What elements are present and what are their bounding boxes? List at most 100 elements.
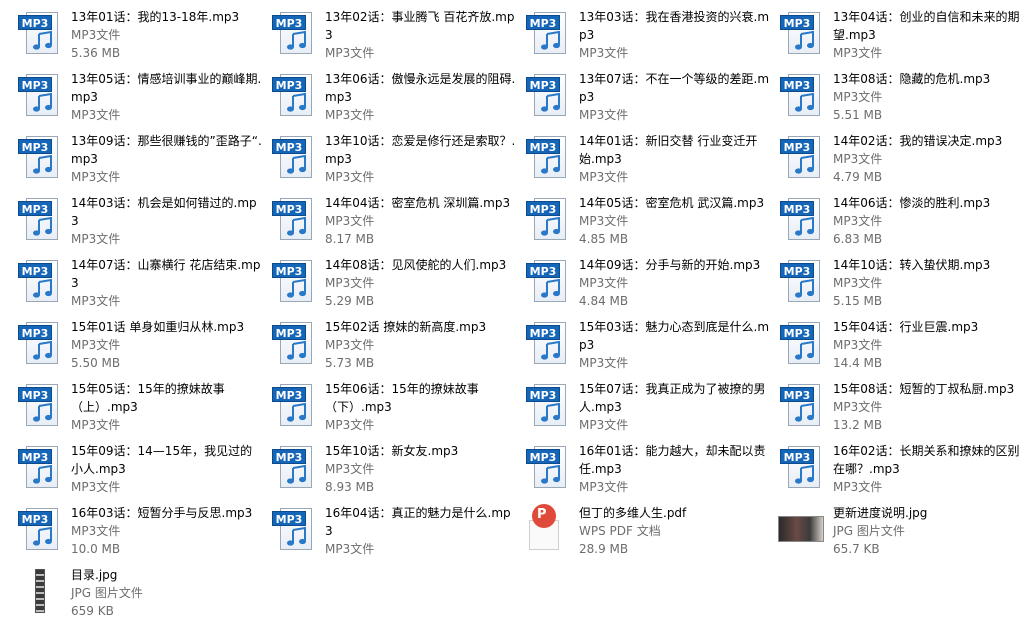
- file-name: 14年01话：新旧交替 行业变迁开始.mp3: [579, 134, 758, 166]
- file-name: 15年10话：新女友.mp3: [325, 444, 459, 458]
- file-size: 5.15 MB: [833, 294, 883, 308]
- file-name: 13年06话：傲慢永远是发展的阻碍.mp3: [325, 72, 516, 104]
- file-item[interactable]: 更新进度说明.jpg JPG 图片文件 65.7 KB: [778, 504, 1032, 566]
- file-size: 4.84 MB: [579, 294, 629, 308]
- file-type: MP3文件: [71, 170, 121, 184]
- file-info: 16年03话：短暂分手与反思.mp3 MP3文件 10.0 MB: [71, 504, 263, 558]
- file-info: 13年09话：那些很赚钱的”歪路子“.mp3 MP3文件: [71, 132, 263, 186]
- file-type: MP3文件: [579, 418, 629, 432]
- file-item[interactable]: MP3 13年02话：事业腾飞 百花齐放.mp3 MP3文件: [270, 8, 524, 70]
- file-name: 15年03话：魅力心态到底是什么.mp3: [579, 320, 770, 352]
- mp3-file-icon: MP3: [524, 256, 570, 306]
- file-item[interactable]: MP3 14年06话：惨淡的胜利.mp3 MP3文件 6.83 MB: [778, 194, 1032, 256]
- file-type: MP3文件: [71, 294, 121, 308]
- file-item[interactable]: MP3 13年10话：恋爱是修行还是索取？.mp3 MP3文件: [270, 132, 524, 194]
- file-name: 14年09话：分手与新的开始.mp3: [579, 258, 761, 272]
- file-type: MP3文件: [71, 338, 121, 352]
- file-item[interactable]: MP3 15年07话：我真正成为了被撩的男人.mp3 MP3文件: [524, 380, 778, 442]
- file-item[interactable]: MP3 15年04话：行业巨震.mp3 MP3文件 14.4 MB: [778, 318, 1032, 380]
- file-name: 13年10话：恋爱是修行还是索取？.mp3: [325, 134, 516, 166]
- mp3-file-icon: MP3: [270, 504, 316, 554]
- mp3-file-icon: MP3: [778, 194, 824, 244]
- file-item[interactable]: 目录.jpg JPG 图片文件 659 KB: [16, 566, 270, 628]
- file-type: MP3文件: [71, 28, 121, 42]
- file-item[interactable]: MP3 14年04话：密室危机 深圳篇.mp3 MP3文件 8.17 MB: [270, 194, 524, 256]
- file-item[interactable]: MP3 13年07话：不在一个等级的差距.mp3 MP3文件: [524, 70, 778, 132]
- file-item[interactable]: MP3 15年08话：短暂的丁叔私厨.mp3 MP3文件 13.2 MB: [778, 380, 1032, 442]
- mp3-file-icon: MP3: [270, 194, 316, 244]
- file-info: 目录.jpg JPG 图片文件 659 KB: [71, 566, 263, 620]
- file-info: 13年05话：情感培训事业的巅峰期.mp3 MP3文件: [71, 70, 263, 124]
- file-item[interactable]: MP3 15年02话 撩妹的新高度.mp3 MP3文件 5.73 MB: [270, 318, 524, 380]
- file-info: 14年06话：惨淡的胜利.mp3 MP3文件 6.83 MB: [833, 194, 1025, 248]
- file-item[interactable]: MP3 15年01话 单身如重归从林.mp3 MP3文件 5.50 MB: [16, 318, 270, 380]
- file-item[interactable]: MP3 15年09话：14—15年，我见过的小人.mp3 MP3文件: [16, 442, 270, 504]
- file-item[interactable]: MP3 15年03话：魅力心态到底是什么.mp3 MP3文件: [524, 318, 778, 380]
- file-size: 6.83 MB: [833, 232, 883, 246]
- mp3-file-icon: MP3: [270, 8, 316, 58]
- file-name: 13年09话：那些很赚钱的”歪路子“.mp3: [71, 134, 262, 166]
- file-info: 14年07话：山寨横行 花店结束.mp3 MP3文件: [71, 256, 263, 310]
- file-item[interactable]: MP3 14年05话：密室危机 武汉篇.mp3 MP3文件 4.85 MB: [524, 194, 778, 256]
- file-type: MP3文件: [325, 418, 375, 432]
- file-name: 但丁的多维人生.pdf: [579, 506, 687, 520]
- file-info: 13年02话：事业腾飞 百花齐放.mp3 MP3文件: [325, 8, 517, 62]
- file-info: 16年02话：长期关系和撩妹的区别在哪？.mp3 MP3文件: [833, 442, 1025, 496]
- file-size: 5.29 MB: [325, 294, 375, 308]
- file-info: 15年07话：我真正成为了被撩的男人.mp3 MP3文件: [579, 380, 771, 434]
- file-size: 5.36 MB: [71, 46, 121, 60]
- file-info: 14年05话：密室危机 武汉篇.mp3 MP3文件 4.85 MB: [579, 194, 771, 248]
- file-item[interactable]: MP3 16年01话：能力越大，却未配以责任.mp3 MP3文件: [524, 442, 778, 504]
- file-item[interactable]: MP3 14年07话：山寨横行 花店结束.mp3 MP3文件: [16, 256, 270, 318]
- file-item[interactable]: MP3 14年10话：转入蛰伏期.mp3 MP3文件 5.15 MB: [778, 256, 1032, 318]
- file-item[interactable]: MP3 16年03话：短暂分手与反思.mp3 MP3文件 10.0 MB: [16, 504, 270, 566]
- mp3-file-icon: MP3: [16, 8, 62, 58]
- mp3-file-icon: MP3: [778, 256, 824, 306]
- file-size: 13.2 MB: [833, 418, 883, 432]
- file-type: MP3文件: [833, 152, 883, 166]
- file-item[interactable]: MP3 14年09话：分手与新的开始.mp3 MP3文件 4.84 MB: [524, 256, 778, 318]
- mp3-file-icon: MP3: [524, 132, 570, 182]
- file-type: MP3文件: [71, 480, 121, 494]
- file-name: 14年02话：我的错误决定.mp3: [833, 134, 1003, 148]
- file-type: MP3文件: [325, 214, 375, 228]
- file-item[interactable]: MP3 14年01话：新旧交替 行业变迁开始.mp3 MP3文件: [524, 132, 778, 194]
- mp3-file-icon: MP3: [16, 504, 62, 554]
- file-size: 14.4 MB: [833, 356, 883, 370]
- file-type: MP3文件: [325, 276, 375, 290]
- file-item[interactable]: MP3 16年02话：长期关系和撩妹的区别在哪？.mp3 MP3文件: [778, 442, 1032, 504]
- file-name: 14年03话：机会是如何错过的.mp3: [71, 196, 257, 228]
- file-type: MP3文件: [325, 108, 375, 122]
- file-info: 13年04话：创业的自信和未来的期望.mp3 MP3文件: [833, 8, 1025, 62]
- file-info: 15年09话：14—15年，我见过的小人.mp3 MP3文件: [71, 442, 263, 496]
- file-item[interactable]: MP3 13年03话：我在香港投资的兴衰.mp3 MP3文件: [524, 8, 778, 70]
- file-name: 15年08话：短暂的丁叔私厨.mp3: [833, 382, 1015, 396]
- file-item[interactable]: MP3 15年05话：15年的撩妹故事（上）.mp3 MP3文件: [16, 380, 270, 442]
- file-type: JPG 图片文件: [833, 524, 905, 538]
- file-item[interactable]: MP3 14年08话：见风使舵的人们.mp3 MP3文件 5.29 MB: [270, 256, 524, 318]
- file-item[interactable]: MP3 13年04话：创业的自信和未来的期望.mp3 MP3文件: [778, 8, 1032, 70]
- file-info: 15年10话：新女友.mp3 MP3文件 8.93 MB: [325, 442, 517, 496]
- file-type: JPG 图片文件: [71, 586, 143, 600]
- file-info: 更新进度说明.jpg JPG 图片文件 65.7 KB: [833, 504, 1025, 558]
- file-item[interactable]: MP3 14年03话：机会是如何错过的.mp3 MP3文件: [16, 194, 270, 256]
- file-info: 13年07话：不在一个等级的差距.mp3 MP3文件: [579, 70, 771, 124]
- file-size: 65.7 KB: [833, 542, 880, 556]
- file-item[interactable]: MP3 15年10话：新女友.mp3 MP3文件 8.93 MB: [270, 442, 524, 504]
- file-type: MP3文件: [71, 232, 121, 246]
- file-item[interactable]: P 但丁的多维人生.pdf WPS PDF 文档 28.9 MB: [524, 504, 778, 566]
- file-type: MP3文件: [579, 108, 629, 122]
- file-item[interactable]: MP3 13年09话：那些很赚钱的”歪路子“.mp3 MP3文件: [16, 132, 270, 194]
- file-size: 5.51 MB: [833, 108, 883, 122]
- file-item[interactable]: MP3 13年06话：傲慢永远是发展的阻碍.mp3 MP3文件: [270, 70, 524, 132]
- file-type: MP3文件: [325, 462, 375, 476]
- wps-pdf-icon: P: [524, 504, 570, 554]
- mp3-file-icon: MP3: [16, 70, 62, 120]
- file-item[interactable]: MP3 14年02话：我的错误决定.mp3 MP3文件 4.79 MB: [778, 132, 1032, 194]
- file-item[interactable]: MP3 13年05话：情感培训事业的巅峰期.mp3 MP3文件: [16, 70, 270, 132]
- file-item[interactable]: MP3 13年08话：隐藏的危机.mp3 MP3文件 5.51 MB: [778, 70, 1032, 132]
- file-item[interactable]: MP3 16年04话：真正的魅力是什么.mp3 MP3文件: [270, 504, 524, 566]
- mp3-file-icon: MP3: [270, 70, 316, 120]
- file-item[interactable]: MP3 13年01话：我的13-18年.mp3 MP3文件 5.36 MB: [16, 8, 270, 70]
- file-item[interactable]: MP3 15年06话：15年的撩妹故事（下）.mp3 MP3文件: [270, 380, 524, 442]
